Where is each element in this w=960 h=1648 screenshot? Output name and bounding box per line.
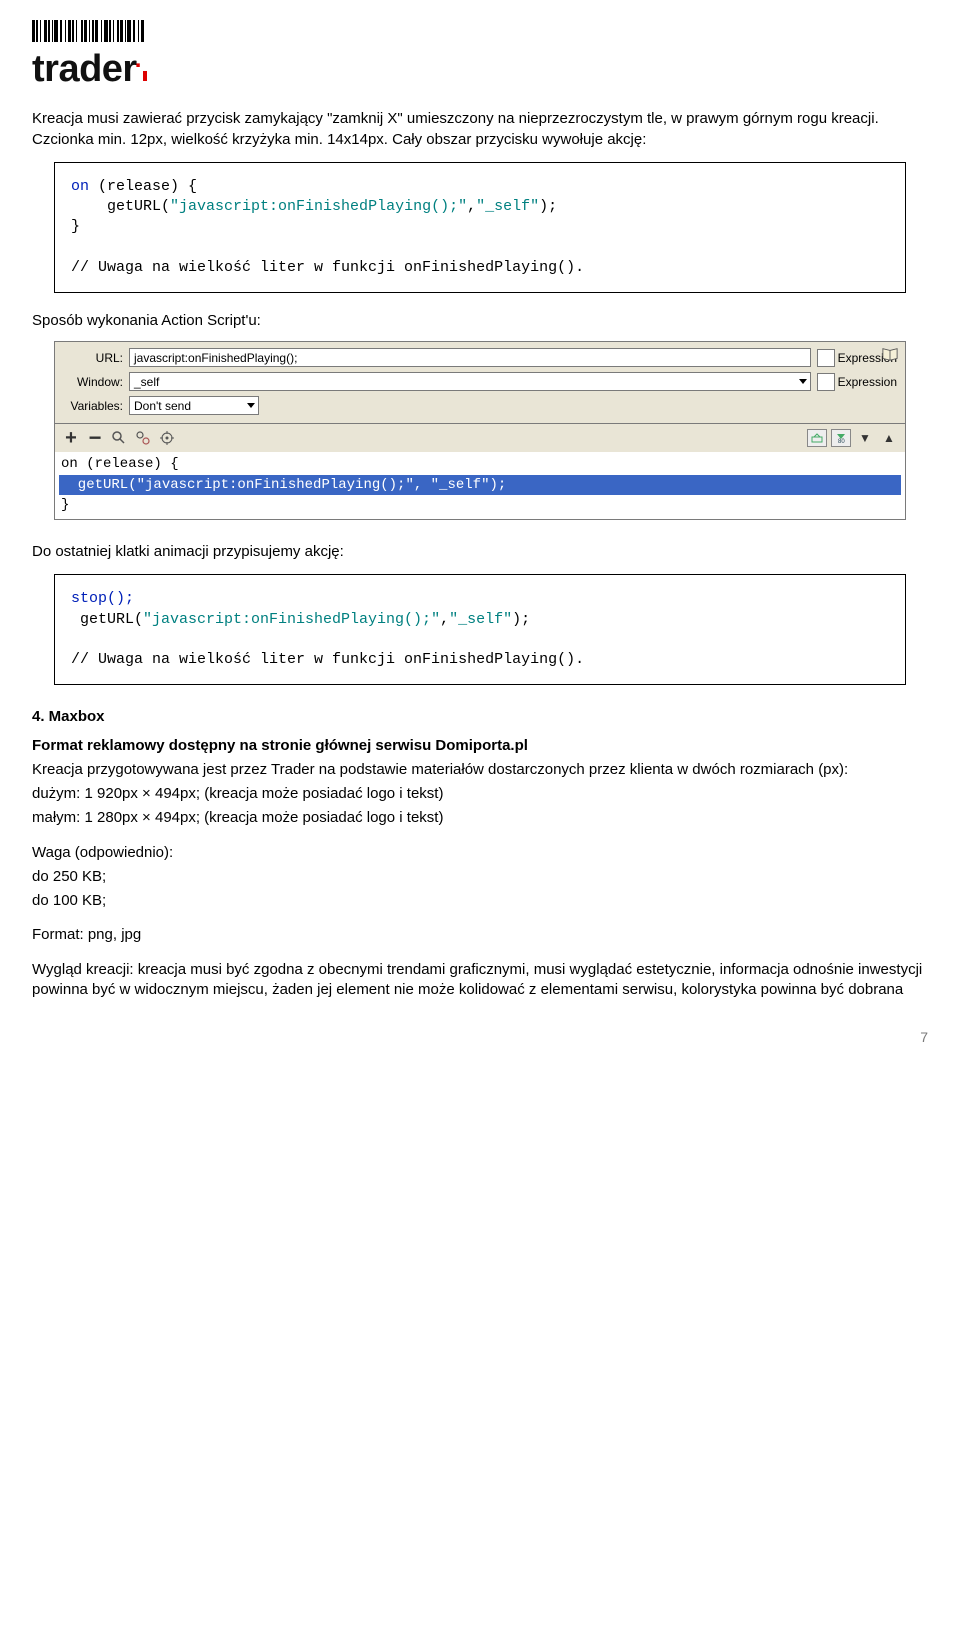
code-line: } bbox=[59, 495, 901, 515]
expression-checkbox-window[interactable] bbox=[817, 373, 835, 391]
variables-value: Don't send bbox=[134, 398, 191, 414]
code-line-highlighted: getURL("javascript:onFinishedPlaying();"… bbox=[59, 475, 901, 495]
actionscript-panel: URL: javascript:onFinishedPlaying(); Exp… bbox=[54, 341, 906, 520]
ide-code-area[interactable]: on (release) { getURL("javascript:onFini… bbox=[55, 452, 905, 519]
brand-red-accent: . bbox=[135, 46, 141, 73]
code-text: (release) { bbox=[89, 178, 197, 195]
maxbox-desc: Kreacja przygotowywana jest przez Trader… bbox=[32, 760, 928, 780]
code-text: } bbox=[71, 218, 80, 235]
look-paragraph: Wygląd kreacji: kreacja musi być zgodna … bbox=[32, 960, 928, 1001]
expression-checkbox-url[interactable] bbox=[817, 349, 835, 367]
code-box-stop: stop(); getURL("javascript:onFinishedPla… bbox=[54, 574, 906, 685]
assign-action-text: Do ostatniej klatki animacji przypisujem… bbox=[32, 542, 928, 562]
help-book-icon[interactable] bbox=[881, 346, 899, 362]
barcode-graphic bbox=[32, 20, 928, 42]
maxbox-size-small: małym: 1 280px × 494px; (kreacja może po… bbox=[32, 808, 928, 828]
panel-form: URL: javascript:onFinishedPlaying(); Exp… bbox=[55, 342, 905, 424]
code-text: getURL( bbox=[71, 198, 170, 215]
expression-label: Expression bbox=[838, 374, 897, 390]
remove-action-button[interactable]: − bbox=[85, 428, 105, 448]
code-keyword: on bbox=[71, 178, 89, 195]
code-keyword: stop(); bbox=[71, 590, 134, 607]
format-line: Format: png, jpg bbox=[32, 925, 928, 945]
find-button[interactable] bbox=[109, 428, 129, 448]
brand-red-bar bbox=[143, 71, 147, 81]
brand-text: trader. bbox=[32, 44, 928, 95]
view-options-button[interactable]: 80 bbox=[831, 429, 851, 447]
brand-name: trader bbox=[32, 48, 137, 90]
code-comment: // Uwaga na wielkość liter w funkcji onF… bbox=[71, 651, 584, 668]
move-down-button[interactable]: ▼ bbox=[855, 428, 875, 448]
window-select[interactable]: _self bbox=[129, 372, 811, 391]
code-text: getURL( bbox=[71, 611, 143, 628]
maxbox-subheading: Format reklamowy dostępny na stronie głó… bbox=[32, 737, 528, 754]
code-comment: // Uwaga na wielkość liter w funkcji onF… bbox=[71, 259, 584, 276]
code-box-release: on (release) { getURL("javascript:onFini… bbox=[54, 162, 906, 293]
code-string: "_self" bbox=[449, 611, 512, 628]
add-action-button[interactable]: + bbox=[61, 428, 81, 448]
target-button[interactable] bbox=[157, 428, 177, 448]
page-number: 7 bbox=[32, 1028, 928, 1047]
brand-logo: trader. bbox=[32, 20, 928, 95]
move-up-button[interactable]: ▲ bbox=[879, 428, 899, 448]
svg-text:80: 80 bbox=[838, 439, 845, 444]
code-text: ); bbox=[512, 611, 530, 628]
weight-1: do 250 KB; bbox=[32, 867, 928, 887]
weight-2: do 100 KB; bbox=[32, 891, 928, 911]
url-input[interactable]: javascript:onFinishedPlaying(); bbox=[129, 348, 811, 367]
code-text: , bbox=[440, 611, 449, 628]
debug-options-button[interactable] bbox=[807, 429, 827, 447]
ide-toolbar: + − 80 ▼ ▲ bbox=[55, 424, 905, 452]
code-string: "_self" bbox=[476, 198, 539, 215]
intro-paragraph: Kreacja musi zawierać przycisk zamykając… bbox=[32, 109, 928, 150]
code-text: ); bbox=[539, 198, 557, 215]
replace-button[interactable] bbox=[133, 428, 153, 448]
window-value: _self bbox=[134, 374, 159, 390]
code-string: "javascript:onFinishedPlaying();" bbox=[170, 198, 467, 215]
maxbox-size-large: dużym: 1 920px × 494px; (kreacja może po… bbox=[32, 784, 928, 804]
code-string: "javascript:onFinishedPlaying();" bbox=[143, 611, 440, 628]
url-label: URL: bbox=[63, 350, 123, 366]
weight-heading: Waga (odpowiednio): bbox=[32, 843, 928, 863]
variables-select[interactable]: Don't send bbox=[129, 396, 259, 415]
code-line: on (release) { bbox=[59, 454, 901, 474]
code-text: , bbox=[467, 198, 476, 215]
script-heading: Sposób wykonania Action Script'u: bbox=[32, 311, 928, 331]
window-label: Window: bbox=[63, 374, 123, 390]
maxbox-heading: 4. Maxbox bbox=[32, 707, 928, 727]
variables-label: Variables: bbox=[63, 398, 123, 414]
